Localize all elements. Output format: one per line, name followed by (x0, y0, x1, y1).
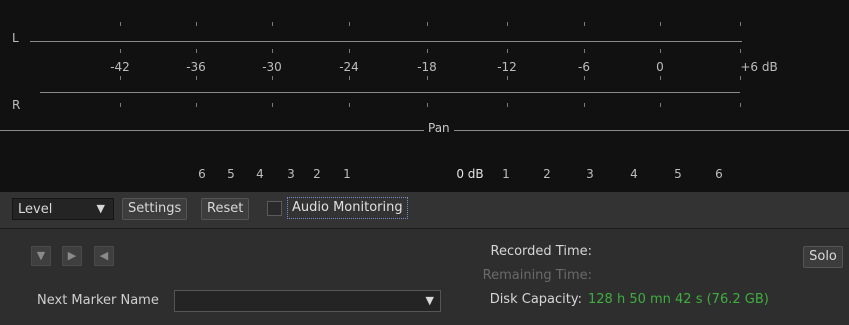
level-meter: L R -42 -36 -30 -24 -18 -12 -6 0 +6 dB P… (0, 0, 849, 193)
disk-capacity-value: 128 h 50 mn 42 s (76.2 GB) (588, 292, 769, 307)
db-tick (507, 22, 508, 26)
db-tick (660, 49, 661, 53)
db-tick (120, 103, 121, 107)
right-channel-bar (40, 92, 740, 93)
db-tick (740, 103, 741, 107)
db-tick (507, 49, 508, 53)
db-tick (349, 103, 350, 107)
play-right-icon[interactable]: ▶ (62, 246, 82, 266)
db-tick (272, 49, 273, 53)
pan-scale-label: 5 (227, 167, 235, 181)
settings-button[interactable]: Settings (122, 198, 188, 220)
db-tick (584, 103, 585, 107)
db-tick (427, 103, 428, 107)
db-tick (272, 22, 273, 26)
db-tick (120, 76, 121, 80)
pan-label: Pan (424, 121, 454, 135)
reset-button[interactable]: Reset (201, 198, 250, 220)
pan-scale-label: 6 (715, 167, 723, 181)
pan-scale-label: 4 (630, 167, 638, 181)
pan-scale-label: 6 (198, 167, 206, 181)
left-channel-bar (30, 41, 742, 42)
db-label: -42 (110, 60, 130, 74)
db-tick (507, 103, 508, 107)
recording-panel: ▼ ▶ ◀ Recorded Time: Remaining Time: Dis… (0, 229, 849, 325)
pan-scale-label: 4 (256, 167, 264, 181)
left-channel-label: L (12, 31, 19, 45)
db-tick (740, 76, 741, 80)
audio-monitoring-checkbox[interactable] (267, 201, 282, 216)
pan-center-label: 0 dB (456, 167, 484, 181)
audio-monitoring-label[interactable]: Audio Monitoring (287, 197, 408, 219)
db-tick (196, 76, 197, 80)
db-tick (272, 76, 273, 80)
db-tick (660, 22, 661, 26)
db-tick (427, 22, 428, 26)
pan-scale-label: 1 (502, 167, 510, 181)
db-tick (584, 49, 585, 53)
play-left-icon[interactable]: ◀ (94, 246, 114, 266)
chevron-down-icon: ▼ (425, 294, 434, 307)
pan-scale-label: 2 (543, 167, 551, 181)
pan-scale-label: 3 (586, 167, 594, 181)
meter-mode-select[interactable]: Level ▼ (12, 198, 114, 220)
db-label: +6 dB (740, 60, 778, 74)
right-channel-label: R (12, 98, 21, 112)
meter-mode-value: Level (18, 202, 53, 217)
db-label: -30 (262, 60, 282, 74)
solo-button[interactable]: Solo (803, 246, 843, 268)
db-tick (507, 76, 508, 80)
db-tick (740, 22, 741, 26)
pan-scale-label: 3 (287, 167, 295, 181)
recorded-time-label: Recorded Time: (490, 244, 593, 259)
db-tick (740, 49, 741, 53)
db-label: -24 (339, 60, 359, 74)
db-tick (584, 76, 585, 80)
db-tick (349, 22, 350, 26)
db-tick (349, 49, 350, 53)
db-label: -12 (497, 60, 517, 74)
db-tick (660, 103, 661, 107)
db-tick (196, 103, 197, 107)
db-tick (349, 76, 350, 80)
db-tick (196, 22, 197, 26)
db-tick (660, 76, 661, 80)
db-tick (196, 49, 197, 53)
db-label: -18 (417, 60, 437, 74)
meter-toolbar: Level ▼ Settings Reset Audio Monitoring (0, 192, 849, 229)
db-label: -36 (186, 60, 206, 74)
db-tick (584, 22, 585, 26)
db-label: 0 (656, 60, 664, 74)
db-label: -6 (578, 60, 590, 74)
chevron-down-icon: ▼ (96, 202, 105, 215)
next-marker-name-combobox[interactable]: ▼ (174, 290, 441, 312)
remaining-time-label: Remaining Time: (482, 268, 592, 283)
pan-scale-label: 1 (343, 167, 351, 181)
db-tick (120, 22, 121, 26)
db-tick (427, 76, 428, 80)
disk-capacity-label: Disk Capacity: (489, 292, 582, 307)
arrow-down-icon[interactable]: ▼ (31, 246, 51, 266)
next-marker-name-label: Next Marker Name (37, 293, 159, 308)
pan-scale-label: 5 (674, 167, 682, 181)
db-tick (120, 49, 121, 53)
db-tick (272, 103, 273, 107)
db-tick (427, 49, 428, 53)
pan-scale-label: 2 (313, 167, 321, 181)
